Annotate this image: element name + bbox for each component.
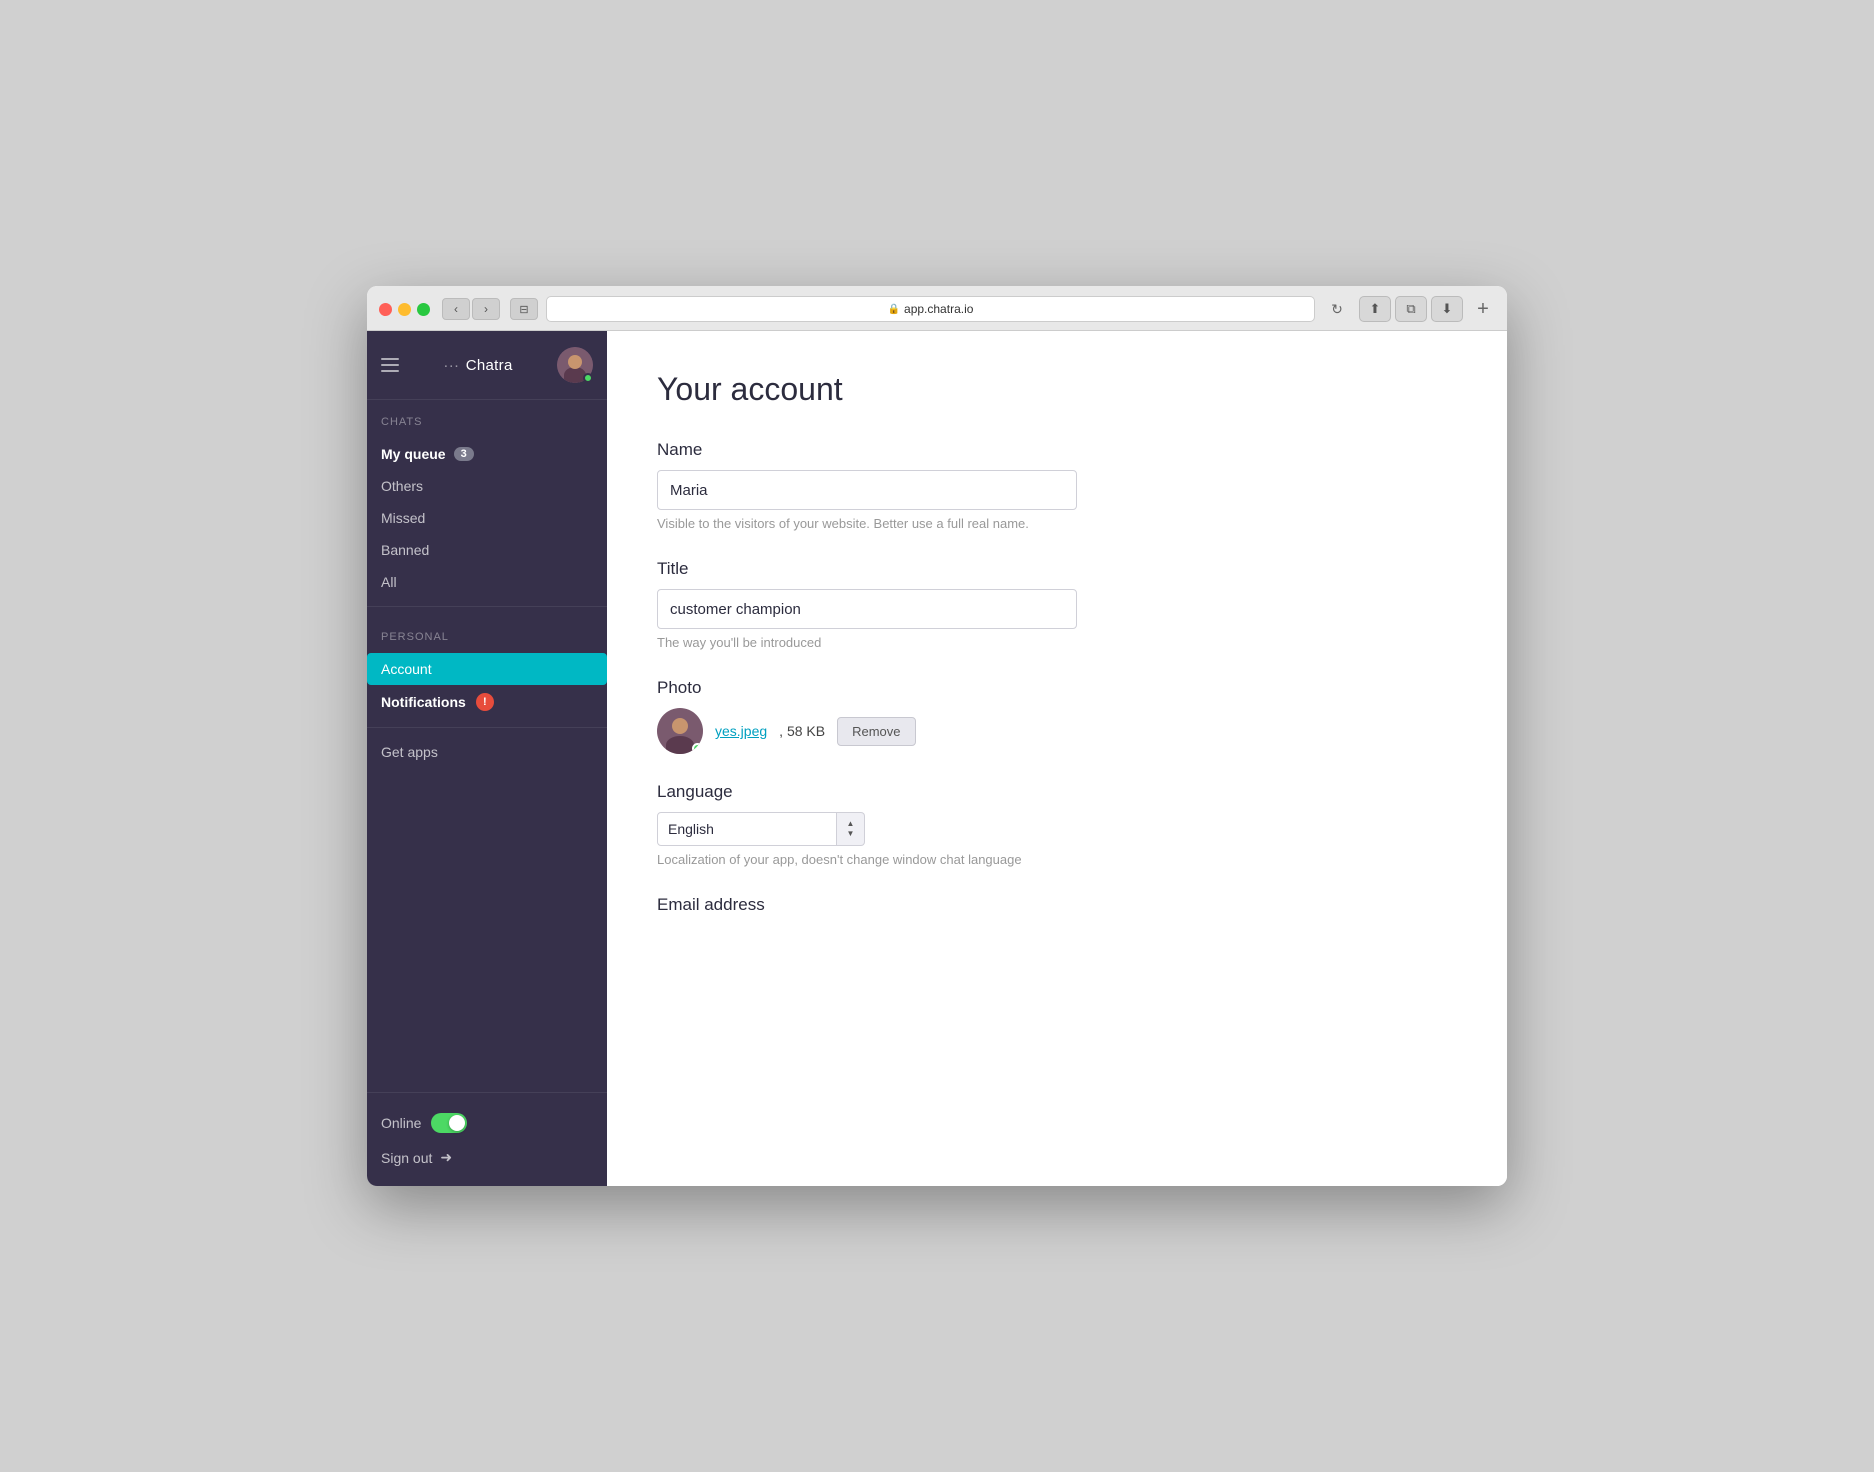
sidebar-item-get-apps[interactable]: Get apps [367,736,607,768]
arrow-up: ▲ [847,820,855,828]
language-hint: Localization of your app, doesn't change… [657,852,1457,867]
all-label: All [381,574,397,590]
back-button[interactable]: ‹ [442,298,470,320]
lock-icon: 🔒 [888,304,900,315]
address-bar[interactable]: 🔒 app.chatra.io [546,296,1315,322]
email-section: Email address [657,895,1457,915]
arrow-down: ▼ [847,830,855,838]
fullscreen-button[interactable] [417,303,430,316]
name-label: Name [657,440,1457,460]
online-toggle[interactable] [431,1113,467,1133]
avatar-online-dot [583,373,593,383]
sidebar-toggle-button[interactable]: ⊟ [510,298,538,320]
title-hint: The way you'll be introduced [657,635,1457,650]
main-content: Your account Name Visible to the visitor… [607,331,1507,1186]
name-hint: Visible to the visitors of your website.… [657,516,1457,531]
signout-label: Sign out [381,1150,432,1166]
chats-section-label: CHATS [381,416,593,428]
name-section: Name Visible to the visitors of your web… [657,440,1457,531]
signout-icon: ➜ [440,1149,452,1166]
photo-avatar [657,708,703,754]
sidebar: ··· Chatra CHATS My queue 3 Others [367,331,607,1186]
browser-window: ‹ › ⊟ 🔒 app.chatra.io ↻ ⬆ ⧉ ⬇ + [367,286,1507,1186]
sidebar-divider-2 [367,727,607,728]
sidebar-title: ··· Chatra [443,357,512,374]
missed-label: Missed [381,510,425,526]
sidebar-item-notifications[interactable]: Notifications ! [367,685,607,719]
photo-row: yes.jpeg , 58 KB Remove [657,708,1457,754]
url-text: app.chatra.io [904,302,973,316]
others-label: Others [381,478,423,494]
browser-actions: ⬆ ⧉ ⬇ [1359,296,1463,322]
sidebar-item-missed[interactable]: Missed [367,502,607,534]
personal-section-label: PERSONAL [381,631,593,643]
notifications-badge: ! [476,693,494,711]
select-arrow[interactable]: ▲ ▼ [837,812,865,846]
browser-chrome: ‹ › ⊟ 🔒 app.chatra.io ↻ ⬆ ⧉ ⬇ + [367,286,1507,331]
close-button[interactable] [379,303,392,316]
language-section: Language English ▲ ▼ Localization of you… [657,782,1457,867]
account-label: Account [381,661,432,677]
online-row: Online [367,1105,607,1141]
title-label: Title [657,559,1457,579]
sidebar-divider [367,606,607,607]
title-input[interactable] [657,589,1077,629]
language-select[interactable]: English [657,812,837,846]
sidebar-item-all[interactable]: All [367,566,607,598]
tab-button[interactable]: ⧉ [1395,296,1427,322]
avatar-container[interactable] [557,347,593,383]
sidebar-item-others[interactable]: Others [367,470,607,502]
refresh-button[interactable]: ↻ [1323,298,1351,320]
traffic-lights [379,303,430,316]
download-button[interactable]: ⬇ [1431,296,1463,322]
title-section: Title The way you'll be introduced [657,559,1457,650]
sidebar-bottom: Online Sign out ➜ [367,1092,607,1186]
minimize-button[interactable] [398,303,411,316]
sidebar-menu-icon[interactable] [381,358,399,372]
page-title: Your account [657,371,1457,408]
my-queue-label: My queue [381,446,446,462]
photo-filename-link[interactable]: yes.jpeg [715,723,767,739]
sidebar-item-account[interactable]: Account [367,653,607,685]
share-button[interactable]: ⬆ [1359,296,1391,322]
name-input[interactable] [657,470,1077,510]
forward-button[interactable]: › [472,298,500,320]
sidebar-item-banned[interactable]: Banned [367,534,607,566]
photo-section: Photo yes.jpeg , 58 KB Remove [657,678,1457,754]
notifications-label: Notifications [381,694,466,710]
new-tab-button[interactable]: + [1471,297,1495,321]
sidebar-header: ··· Chatra [367,331,607,400]
nav-buttons: ‹ › [442,298,500,320]
remove-photo-button[interactable]: Remove [837,717,915,746]
photo-online-dot [692,743,703,754]
ellipsis: ··· [443,357,459,374]
signout-row[interactable]: Sign out ➜ [367,1141,607,1174]
photo-label: Photo [657,678,1457,698]
language-select-wrapper: English ▲ ▼ [657,812,1457,846]
language-label: Language [657,782,1457,802]
sidebar-section-personal: PERSONAL [367,615,607,653]
banned-label: Banned [381,542,429,558]
photo-size: , 58 KB [779,723,825,739]
online-label: Online [381,1115,421,1131]
app-body: ··· Chatra CHATS My queue 3 Others [367,331,1507,1186]
sidebar-item-my-queue[interactable]: My queue 3 [367,438,607,470]
get-apps-label: Get apps [381,744,438,760]
my-queue-badge: 3 [454,447,474,461]
email-label: Email address [657,895,1457,915]
sidebar-section-chats: CHATS [367,400,607,438]
